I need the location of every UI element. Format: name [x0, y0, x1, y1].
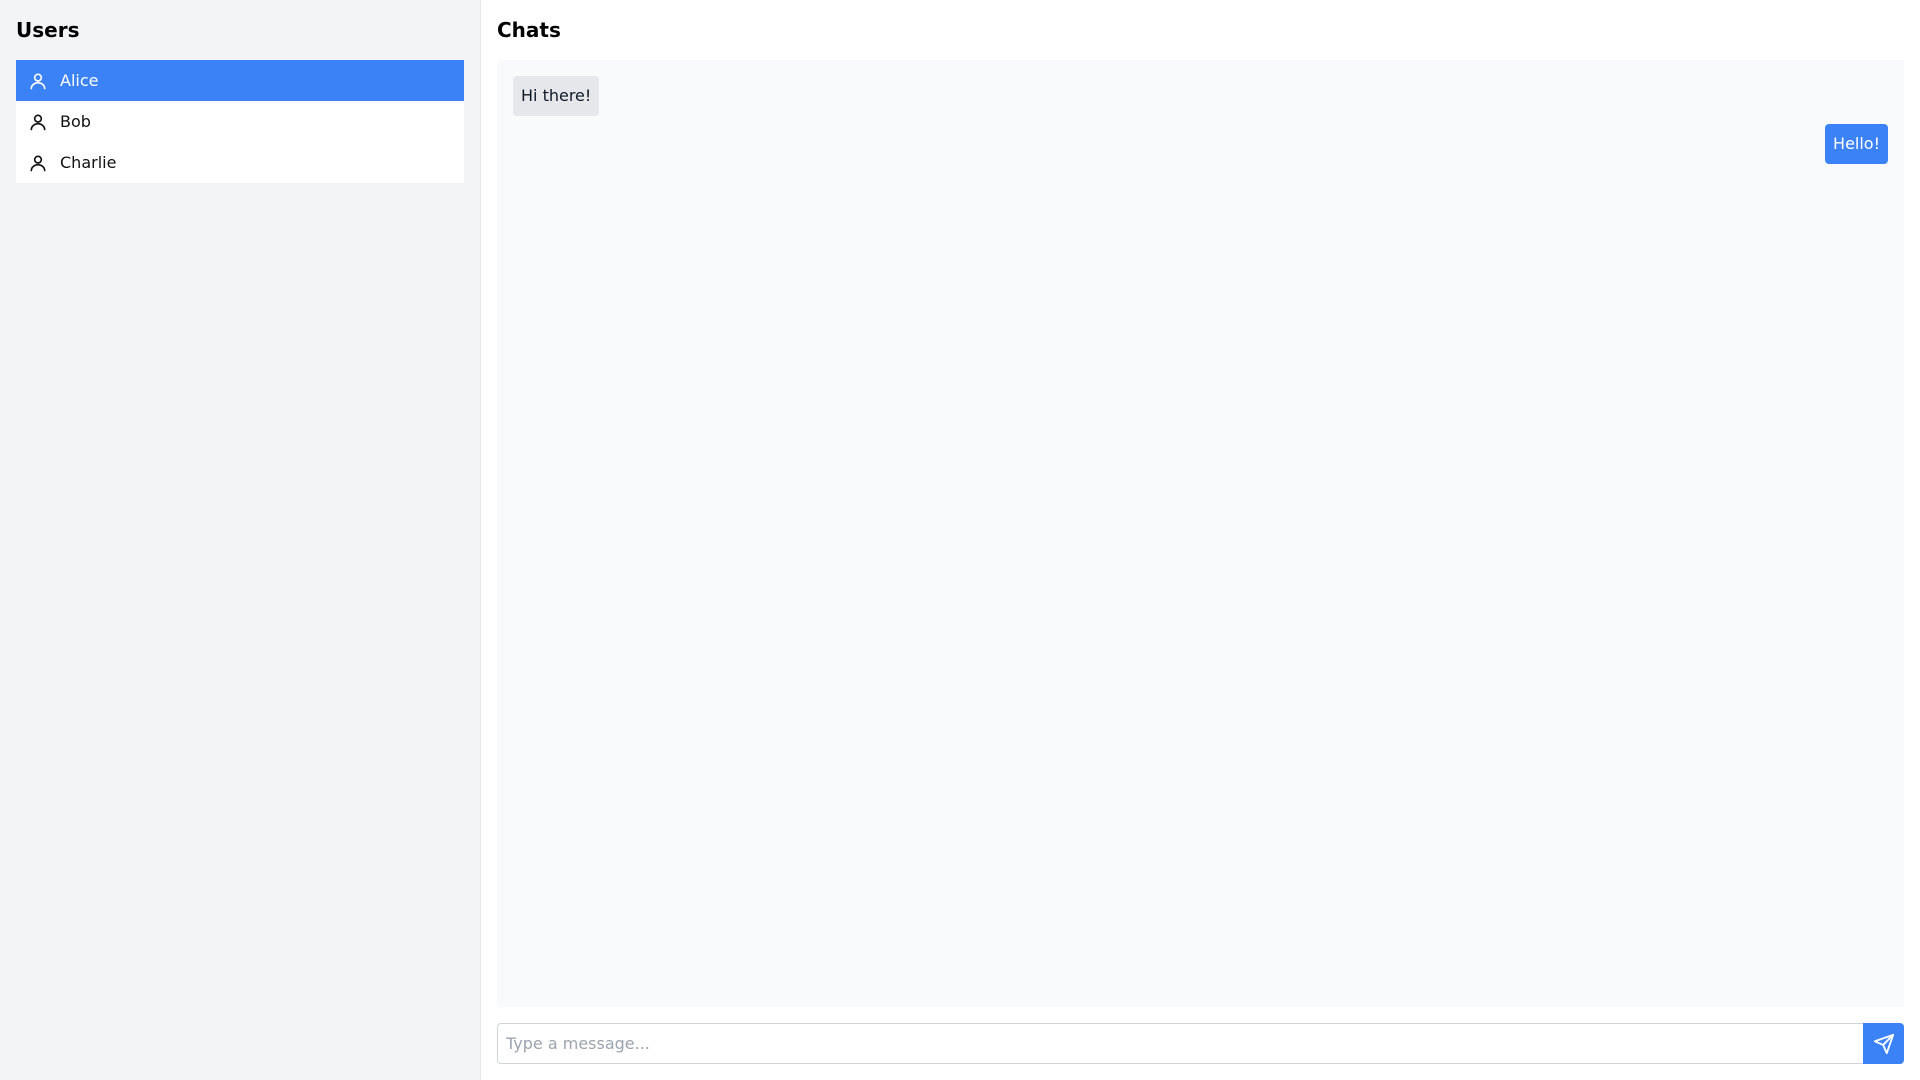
chats-heading: Chats — [497, 18, 561, 42]
message-composer — [497, 1023, 1904, 1064]
outgoing-message: Hello! — [1825, 124, 1888, 164]
user-name: Alice — [60, 71, 99, 90]
user-icon — [28, 112, 48, 132]
user-item-charlie[interactable]: Charlie — [16, 142, 464, 183]
user-icon — [28, 153, 48, 173]
chat-app: Users Alice Bob Charlie Chats Hi there! … — [0, 0, 1920, 1080]
user-name: Charlie — [60, 153, 117, 172]
user-icon — [28, 71, 48, 91]
message-list[interactable]: Hi there! Hello! — [497, 60, 1904, 1007]
user-item-bob[interactable]: Bob — [16, 101, 464, 142]
send-button[interactable] — [1863, 1023, 1904, 1064]
user-name: Bob — [60, 112, 91, 131]
users-sidebar: Users Alice Bob Charlie — [0, 0, 481, 1080]
send-icon — [1873, 1033, 1895, 1055]
chat-panel: Chats Hi there! Hello! — [481, 0, 1920, 1080]
users-heading: Users — [16, 18, 80, 42]
user-item-alice[interactable]: Alice — [16, 60, 464, 101]
incoming-message: Hi there! — [513, 76, 600, 116]
message-input[interactable] — [497, 1023, 1863, 1064]
user-list: Alice Bob Charlie — [16, 60, 464, 183]
